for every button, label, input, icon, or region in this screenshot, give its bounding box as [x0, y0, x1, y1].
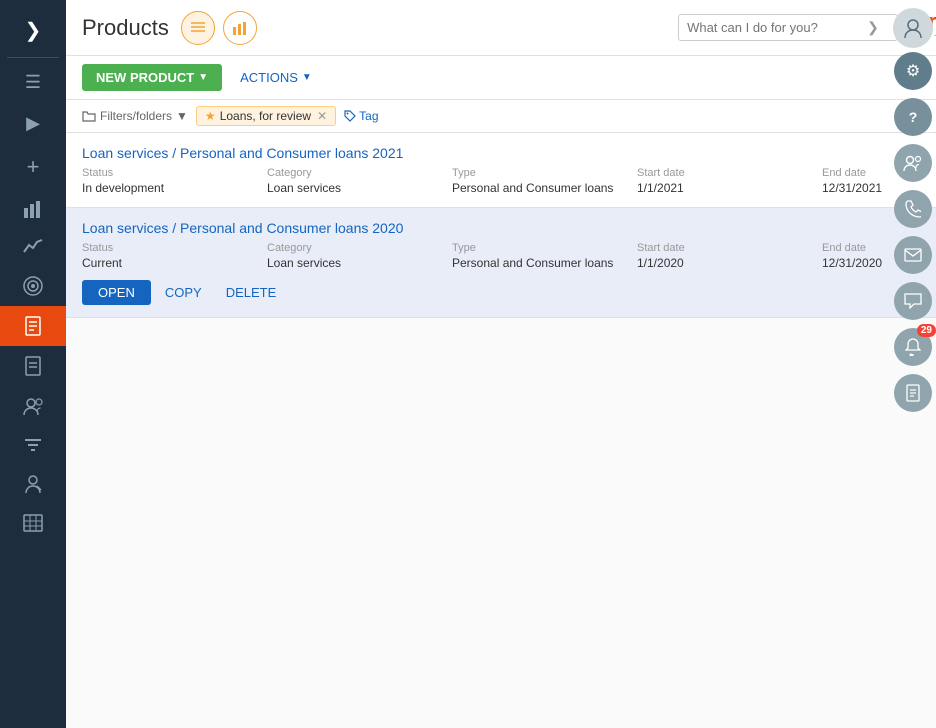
main-content: Products ❯ Creatio 7.16.2.1600 NEW PRODU…	[66, 0, 936, 728]
sidebar-icon-document-active[interactable]	[0, 306, 66, 346]
filter-bar: Filters/folders ▼ ★ Loans, for review ✕ …	[66, 100, 936, 133]
product-list: Loan services / Personal and Consumer lo…	[66, 133, 936, 728]
category-label-1: Category	[267, 167, 452, 179]
help-icon-button[interactable]: ?	[894, 98, 932, 136]
start-date-value-1: 1/1/2021	[637, 181, 822, 195]
type-value-2: Personal and Consumer loans	[452, 256, 637, 270]
sidebar-icon-filter[interactable]	[0, 426, 66, 464]
status-label-2: Status	[82, 242, 267, 254]
start-date-label-2: Start date	[637, 242, 822, 254]
sidebar-icon-plus[interactable]: +	[0, 144, 66, 190]
report-icon-button[interactable]	[894, 374, 932, 412]
chart-view-toggle[interactable]	[223, 11, 257, 45]
toolbar: NEW PRODUCT ▼ ACTIONS ▼ VIEW ▼	[66, 56, 936, 100]
people-icon-button[interactable]	[894, 144, 932, 182]
category-value-2: Loan services	[267, 256, 452, 270]
notification-count: 29	[917, 324, 936, 337]
folder-icon	[82, 110, 96, 122]
sidebar-icon-contacts[interactable]	[0, 386, 66, 426]
header: Products ❯ Creatio 7.16.2.1600	[66, 0, 936, 56]
filter-tag-icon: ★	[205, 109, 216, 123]
meta-category-2: Category Loan services	[267, 242, 452, 270]
type-label-2: Type	[452, 242, 637, 254]
product-meta-2: Status Current Category Loan services Ty…	[82, 242, 936, 270]
actions-arrow-icon: ▼	[302, 72, 312, 83]
list-view-toggle[interactable]	[181, 11, 215, 45]
filter-close-icon[interactable]: ✕	[317, 109, 327, 123]
product-row-1[interactable]: Loan services / Personal and Consumer lo…	[66, 133, 936, 208]
mail-icon-button[interactable]	[894, 236, 932, 274]
status-value-1: In development	[82, 181, 267, 195]
phone-icon-button[interactable]	[894, 190, 932, 228]
sidebar-icon-target[interactable]	[0, 266, 66, 306]
meta-category-1: Category Loan services	[267, 167, 452, 195]
settings-icon-button[interactable]: ⚙	[894, 52, 932, 90]
start-date-label-1: Start date	[637, 167, 822, 179]
product-name-2[interactable]: Loan services / Personal and Consumer lo…	[82, 220, 936, 236]
delete-button[interactable]: DELETE	[216, 280, 287, 305]
product-row-2[interactable]: Loan services / Personal and Consumer lo…	[66, 208, 936, 318]
sidebar-icon-play[interactable]: ▶	[0, 103, 66, 144]
meta-startdate-1: Start date 1/1/2021	[637, 167, 822, 195]
open-button[interactable]: OPEN	[82, 280, 151, 305]
actions-button[interactable]: ACTIONS ▼	[230, 64, 322, 91]
meta-type-2: Type Personal and Consumer loans	[452, 242, 637, 270]
new-product-label: NEW PRODUCT	[96, 70, 194, 85]
type-value-1: Personal and Consumer loans	[452, 181, 637, 195]
filters-folders-label: Filters/folders	[100, 109, 172, 123]
meta-status-2: Status Current	[82, 242, 267, 270]
user-avatar[interactable]	[893, 8, 933, 48]
category-label-2: Category	[267, 242, 452, 254]
category-value-1: Loan services	[267, 181, 452, 195]
product-meta-1: Status In development Category Loan serv…	[82, 167, 936, 195]
actions-label: ACTIONS	[240, 70, 298, 85]
meta-startdate-2: Start date 1/1/2020	[637, 242, 822, 270]
filters-folders-arrow-icon: ▼	[176, 109, 188, 123]
meta-type-1: Type Personal and Consumer loans	[452, 167, 637, 195]
sidebar-icon-person[interactable]	[0, 464, 66, 504]
product-name-1[interactable]: Loan services / Personal and Consumer lo…	[82, 145, 936, 161]
sidebar: ❯ ☰ ▶ +	[0, 0, 66, 728]
filter-tag-text: Loans, for review	[220, 109, 311, 123]
sidebar-icon-analytics[interactable]	[0, 228, 66, 266]
sidebar-icon-chevron[interactable]: ❯	[0, 8, 66, 53]
meta-status-1: Status In development	[82, 167, 267, 195]
right-panel: ⚙ ? 29	[890, 0, 936, 728]
status-value-2: Current	[82, 256, 267, 270]
row-actions-2: OPEN COPY DELETE	[82, 280, 936, 305]
search-box[interactable]: ❯	[678, 14, 898, 41]
copy-button[interactable]: COPY	[155, 280, 212, 305]
chat-icon-button[interactable]	[894, 282, 932, 320]
search-arrow-icon: ❯	[867, 19, 879, 36]
filters-folders-button[interactable]: Filters/folders ▼	[82, 109, 188, 123]
sidebar-divider-1	[7, 57, 60, 58]
sidebar-icon-document[interactable]	[0, 346, 66, 386]
new-product-button[interactable]: NEW PRODUCT ▼	[82, 64, 222, 91]
status-label-1: Status	[82, 167, 267, 179]
sidebar-icon-table[interactable]	[0, 504, 66, 542]
start-date-value-2: 1/1/2020	[637, 256, 822, 270]
search-input[interactable]	[687, 20, 867, 35]
notification-bell-button[interactable]: 29	[894, 328, 932, 366]
type-label-1: Type	[452, 167, 637, 179]
tag-label-text: Tag	[359, 109, 378, 123]
tag-icon	[344, 110, 356, 122]
sidebar-icon-menu[interactable]: ☰	[0, 62, 66, 103]
tag-button[interactable]: Tag	[344, 109, 378, 123]
new-product-arrow-icon: ▼	[198, 72, 208, 83]
page-title: Products	[82, 15, 169, 41]
sidebar-icon-barchart[interactable]	[0, 190, 66, 228]
active-filter-tag[interactable]: ★ Loans, for review ✕	[196, 106, 336, 126]
